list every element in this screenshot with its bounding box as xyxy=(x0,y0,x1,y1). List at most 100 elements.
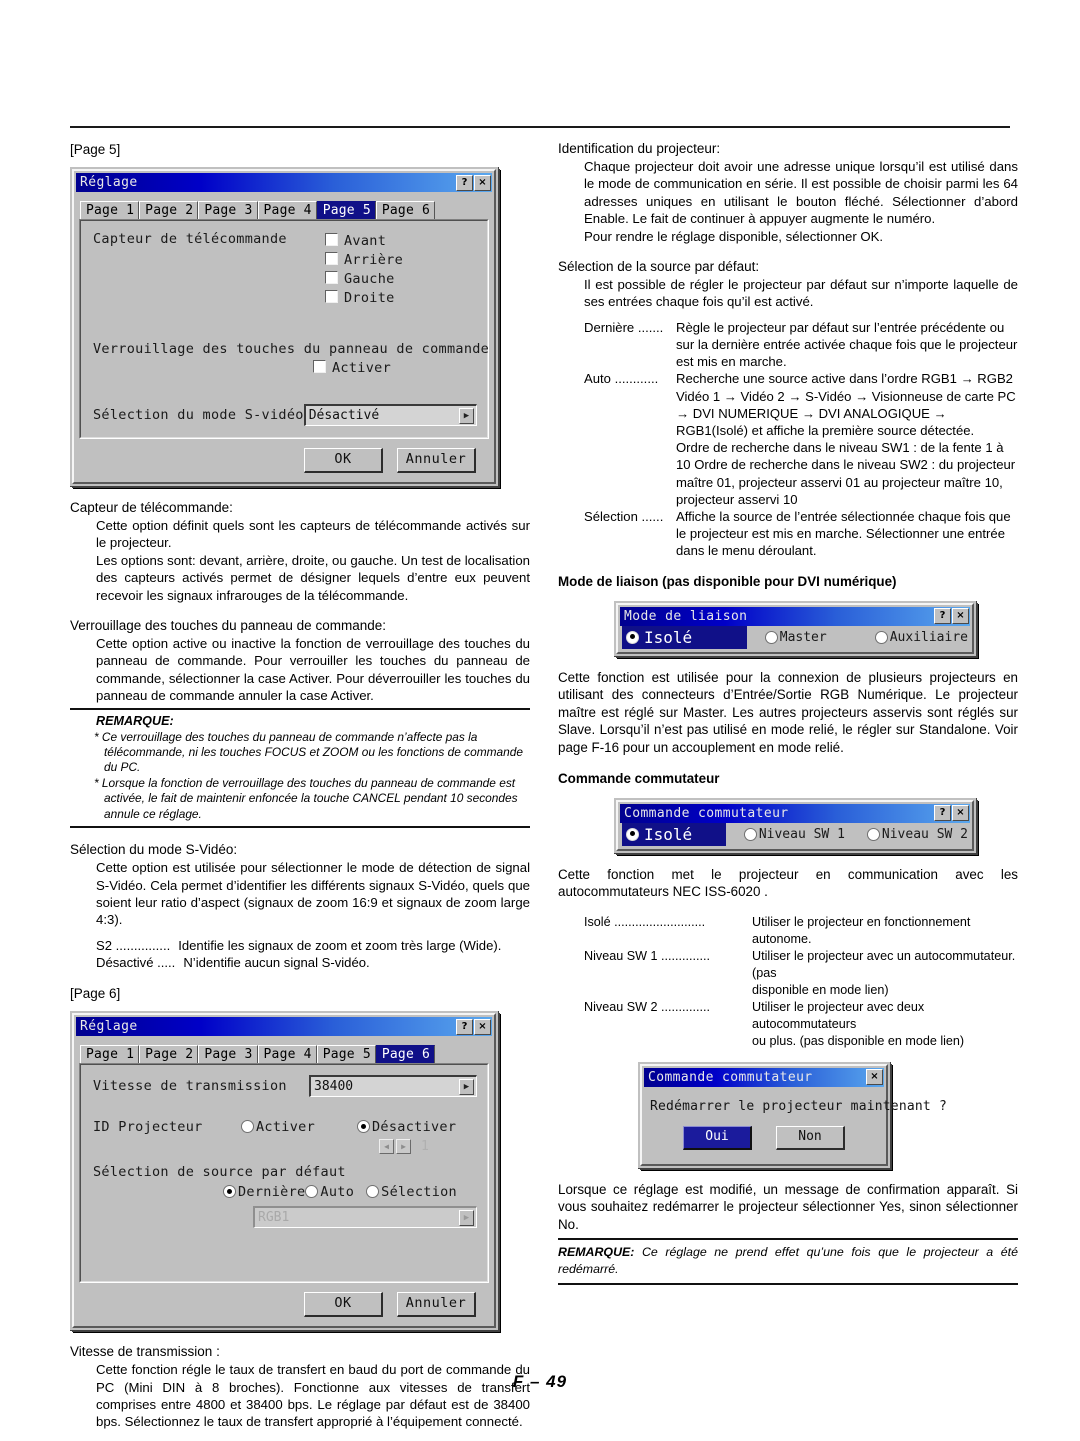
checkbox-activer[interactable] xyxy=(313,360,326,373)
checkbox-row-arriere[interactable]: Arrière xyxy=(325,250,403,269)
radio-niveau-sw2[interactable] xyxy=(866,827,880,841)
help-icon[interactable]: ? xyxy=(456,174,473,191)
tab-page-2[interactable]: Page 2 xyxy=(139,1045,199,1064)
radio-label-auto: Auto xyxy=(320,1184,355,1201)
radio-row-master[interactable]: Master xyxy=(764,630,827,645)
chevron-right-icon[interactable]: ▶ xyxy=(459,1209,474,1226)
radio-auto[interactable] xyxy=(305,1185,319,1199)
radio-auxiliaire[interactable] xyxy=(874,630,888,644)
checkbox-label-avant: Avant xyxy=(344,233,387,249)
baud-rate-dropdown[interactable]: 38400 ▶ xyxy=(309,1075,477,1098)
switcher-radio-group[interactable]: Isolé Niveau SW 1 Niveau SW 2 xyxy=(620,822,970,847)
radio-isole[interactable] xyxy=(626,630,639,644)
definition-row: Sélection ...... Affiche la source de l’… xyxy=(584,508,1018,560)
note-item-2: * Lorsque la fonction de verrouillage de… xyxy=(94,775,518,821)
radio-row-niveau-sw2[interactable]: Niveau SW 2 xyxy=(866,827,968,842)
cancel-button[interactable]: Annuler xyxy=(397,1292,476,1318)
default-source-dropdown[interactable]: RGB1 ▶ xyxy=(253,1206,477,1229)
close-icon[interactable]: × xyxy=(474,174,491,191)
checkbox-row-avant[interactable]: Avant xyxy=(325,231,403,250)
projector-id-label: ID Projecteur xyxy=(93,1119,203,1136)
radio-label-auxiliaire: Auxiliaire xyxy=(889,629,968,645)
radio-row-niveau-sw1[interactable]: Niveau SW 1 xyxy=(743,827,845,842)
chevron-right-icon[interactable]: ▶ xyxy=(459,407,474,424)
radio-row-derniere[interactable]: Dernière xyxy=(223,1184,305,1200)
checkbox-gauche[interactable] xyxy=(325,271,338,284)
checkbox-droite[interactable] xyxy=(325,290,338,303)
radio-selection[interactable] xyxy=(366,1185,380,1199)
checkbox-arriere[interactable] xyxy=(325,252,338,265)
switcher-definition-list: Isolé .......................... Utilise… xyxy=(558,914,1018,1050)
tab-page-4[interactable]: Page 4 xyxy=(257,201,317,219)
radio-row-isole[interactable]: Isolé xyxy=(622,822,726,846)
stepper-right-icon[interactable]: ▶ xyxy=(396,1139,411,1155)
tab-page-5[interactable]: Page 5 xyxy=(316,201,376,219)
baud-rate-label: Vitesse de transmission xyxy=(93,1078,287,1095)
radio-derniere[interactable] xyxy=(223,1185,236,1199)
link-mode-radio-group[interactable]: Isolé Master Auxiliaire xyxy=(620,625,970,650)
mode-de-liaison-dialog[interactable]: Mode de liaison ? × Isolé Master Auxilia… xyxy=(614,600,976,656)
tab-panel-inner: Capteur de télécommande Avant Arrière Ga… xyxy=(80,220,490,438)
projid-paragraph-2: Pour rendre le réglage disponible, sélec… xyxy=(584,228,884,244)
ok-button[interactable]: OK xyxy=(304,1292,383,1318)
definition-row: Dernière ....... Règle le projecteur par… xyxy=(584,319,1018,371)
stepper-left-icon[interactable]: ◀ xyxy=(379,1139,394,1155)
title-bar: Commande commutateur × xyxy=(644,1067,884,1087)
help-icon[interactable]: ? xyxy=(456,1018,473,1035)
cancel-button[interactable]: Annuler xyxy=(397,448,476,473)
tab-bar[interactable]: Page 1 Page 2 Page 3 Page 4 Page 5 Page … xyxy=(76,1036,492,1064)
radio-activer[interactable] xyxy=(241,1120,254,1134)
definition-term: Auto ............ xyxy=(584,371,659,387)
sensor-checkbox-group[interactable]: Avant Arrière Gauche Droite xyxy=(325,231,403,307)
dialog-frame: Commande commutateur ? × Isolé Niveau SW… xyxy=(616,799,974,851)
tab-page-3[interactable]: Page 3 xyxy=(198,201,258,219)
tab-page-6[interactable]: Page 6 xyxy=(375,1045,436,1064)
definition-term: Niveau SW 1 .............. xyxy=(584,948,710,963)
keylock-label: Verrouillage des touches du panneau de c… xyxy=(93,341,490,357)
projector-id-value: 1 xyxy=(421,1139,429,1155)
radio-desactiver[interactable] xyxy=(357,1120,370,1134)
ok-button[interactable]: OK xyxy=(304,448,383,473)
tab-page-1[interactable]: Page 1 xyxy=(80,1045,140,1064)
help-icon[interactable]: ? xyxy=(934,608,951,625)
radio-row-auxiliaire[interactable]: Auxiliaire xyxy=(874,629,968,645)
radio-row-desactiver[interactable]: Désactiver xyxy=(357,1119,456,1135)
no-button[interactable]: Non xyxy=(776,1125,845,1150)
dialog-title: Réglage xyxy=(80,175,138,190)
reglage-page6-dialog[interactable]: Réglage ? × Page 1 Page 2 Page 3 Page 4 … xyxy=(70,1011,498,1331)
radio-row-selection[interactable]: Sélection xyxy=(366,1184,457,1200)
yes-button[interactable]: Oui xyxy=(683,1125,752,1150)
radio-isole[interactable] xyxy=(626,827,639,841)
radio-master[interactable] xyxy=(764,630,778,644)
checkbox-row-gauche[interactable]: Gauche xyxy=(325,269,403,288)
tab-page-5[interactable]: Page 5 xyxy=(316,1045,376,1064)
title-bar: Commande commutateur ? × xyxy=(620,803,970,823)
close-icon[interactable]: × xyxy=(866,1069,883,1086)
radio-row-activer[interactable]: Activer xyxy=(241,1119,357,1135)
radio-niveau-sw1[interactable] xyxy=(743,827,757,841)
checkbox-avant[interactable] xyxy=(325,233,338,246)
tab-page-6[interactable]: Page 6 xyxy=(375,201,436,219)
chevron-right-icon[interactable]: ▶ xyxy=(459,1078,474,1095)
tab-page-1[interactable]: Page 1 xyxy=(80,201,140,219)
radio-row-auto[interactable]: Auto xyxy=(305,1184,354,1200)
radio-row-isole[interactable]: Isolé xyxy=(622,625,747,649)
tab-page-4[interactable]: Page 4 xyxy=(257,1045,317,1064)
projector-id-stepper[interactable]: ◀ ▶ 1 xyxy=(93,1135,477,1155)
tab-bar[interactable]: Page 1 Page 2 Page 3 Page 4 Page 5 Page … xyxy=(76,192,492,219)
close-icon[interactable]: × xyxy=(952,608,969,625)
commande-commutateur-dialog[interactable]: Commande commutateur ? × Isolé Niveau SW… xyxy=(614,797,976,853)
reglage-page5-dialog[interactable]: Réglage ? × Page 1 Page 2 Page 3 Page 4 … xyxy=(70,167,498,486)
restart-confirm-dialog[interactable]: Commande commutateur × Redémarrer le pro… xyxy=(638,1061,947,1168)
close-icon[interactable]: × xyxy=(474,1018,491,1035)
svideo-mode-dropdown[interactable]: Désactivé ▶ xyxy=(303,404,477,426)
sensor-paragraph-2: Les options sont: devant, arrière, droit… xyxy=(96,552,530,603)
checkbox-label-gauche: Gauche xyxy=(344,271,395,287)
close-icon[interactable]: × xyxy=(952,805,969,822)
checkbox-row-activer[interactable]: Activer xyxy=(93,357,477,378)
tab-page-2[interactable]: Page 2 xyxy=(139,201,199,219)
tab-page-3[interactable]: Page 3 xyxy=(198,1045,258,1064)
help-icon[interactable]: ? xyxy=(934,805,951,822)
checkbox-row-droite[interactable]: Droite xyxy=(325,288,403,307)
sensor-paragraph-1: Cette option définit quels sont les capt… xyxy=(96,518,530,551)
